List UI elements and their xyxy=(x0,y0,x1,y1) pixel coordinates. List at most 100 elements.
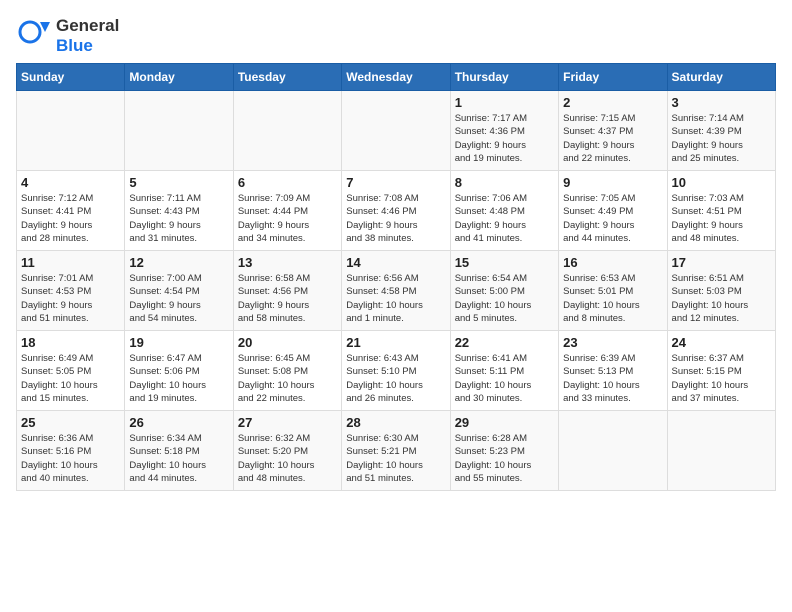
logo-svg xyxy=(16,18,52,54)
calendar-cell: 18 Sunrise: 6:49 AM Sunset: 5:05 PM Dayli… xyxy=(17,331,125,411)
day-number: 18 xyxy=(21,335,120,350)
day-number: 4 xyxy=(21,175,120,190)
weekday-header: Thursday xyxy=(450,64,558,91)
calendar-cell xyxy=(559,411,667,491)
day-number: 9 xyxy=(563,175,662,190)
calendar-week-row: 18 Sunrise: 6:49 AM Sunset: 5:05 PM Dayli… xyxy=(17,331,776,411)
calendar-cell: 23 Sunrise: 6:39 AM Sunset: 5:13 PM Dayli… xyxy=(559,331,667,411)
day-number: 1 xyxy=(455,95,554,110)
day-number: 16 xyxy=(563,255,662,270)
header: GeneralBlue xyxy=(16,16,776,55)
day-number: 5 xyxy=(129,175,228,190)
day-number: 22 xyxy=(455,335,554,350)
day-info: Sunrise: 6:43 AM Sunset: 5:10 PM Dayligh… xyxy=(346,352,445,405)
weekday-header: Saturday xyxy=(667,64,775,91)
day-info: Sunrise: 7:15 AM Sunset: 4:37 PM Dayligh… xyxy=(563,112,662,165)
day-info: Sunrise: 6:30 AM Sunset: 5:21 PM Dayligh… xyxy=(346,432,445,485)
day-number: 14 xyxy=(346,255,445,270)
calendar-cell: 14 Sunrise: 6:56 AM Sunset: 4:58 PM Dayli… xyxy=(342,251,450,331)
calendar-cell xyxy=(342,91,450,171)
weekday-header: Monday xyxy=(125,64,233,91)
day-number: 19 xyxy=(129,335,228,350)
day-info: Sunrise: 6:45 AM Sunset: 5:08 PM Dayligh… xyxy=(238,352,337,405)
calendar-cell: 2 Sunrise: 7:15 AM Sunset: 4:37 PM Daylig… xyxy=(559,91,667,171)
day-number: 10 xyxy=(672,175,771,190)
day-number: 8 xyxy=(455,175,554,190)
calendar-cell: 10 Sunrise: 7:03 AM Sunset: 4:51 PM Dayli… xyxy=(667,171,775,251)
calendar-week-row: 11 Sunrise: 7:01 AM Sunset: 4:53 PM Dayli… xyxy=(17,251,776,331)
day-info: Sunrise: 7:14 AM Sunset: 4:39 PM Dayligh… xyxy=(672,112,771,165)
day-info: Sunrise: 6:58 AM Sunset: 4:56 PM Dayligh… xyxy=(238,272,337,325)
calendar-cell: 11 Sunrise: 7:01 AM Sunset: 4:53 PM Dayli… xyxy=(17,251,125,331)
logo-blue-text: Blue xyxy=(56,36,93,55)
calendar-cell: 26 Sunrise: 6:34 AM Sunset: 5:18 PM Dayli… xyxy=(125,411,233,491)
day-info: Sunrise: 6:37 AM Sunset: 5:15 PM Dayligh… xyxy=(672,352,771,405)
calendar-cell: 25 Sunrise: 6:36 AM Sunset: 5:16 PM Dayli… xyxy=(17,411,125,491)
calendar-week-row: 1 Sunrise: 7:17 AM Sunset: 4:36 PM Daylig… xyxy=(17,91,776,171)
day-number: 28 xyxy=(346,415,445,430)
calendar-table: SundayMondayTuesdayWednesdayThursdayFrid… xyxy=(16,63,776,491)
day-info: Sunrise: 7:06 AM Sunset: 4:48 PM Dayligh… xyxy=(455,192,554,245)
day-info: Sunrise: 7:12 AM Sunset: 4:41 PM Dayligh… xyxy=(21,192,120,245)
day-number: 11 xyxy=(21,255,120,270)
calendar-cell: 16 Sunrise: 6:53 AM Sunset: 5:01 PM Dayli… xyxy=(559,251,667,331)
day-info: Sunrise: 7:05 AM Sunset: 4:49 PM Dayligh… xyxy=(563,192,662,245)
day-number: 25 xyxy=(21,415,120,430)
day-info: Sunrise: 6:49 AM Sunset: 5:05 PM Dayligh… xyxy=(21,352,120,405)
day-info: Sunrise: 6:56 AM Sunset: 4:58 PM Dayligh… xyxy=(346,272,445,325)
calendar-cell xyxy=(17,91,125,171)
logo-general-text: General xyxy=(56,16,119,35)
calendar-cell: 21Sunrise: 6:43 AM Sunset: 5:10 PM Dayli… xyxy=(342,331,450,411)
day-info: Sunrise: 6:53 AM Sunset: 5:01 PM Dayligh… xyxy=(563,272,662,325)
logo: GeneralBlue xyxy=(16,16,119,55)
day-info: Sunrise: 6:34 AM Sunset: 5:18 PM Dayligh… xyxy=(129,432,228,485)
calendar-cell xyxy=(667,411,775,491)
day-info: Sunrise: 7:08 AM Sunset: 4:46 PM Dayligh… xyxy=(346,192,445,245)
day-info: Sunrise: 6:39 AM Sunset: 5:13 PM Dayligh… xyxy=(563,352,662,405)
calendar-cell: 19 Sunrise: 6:47 AM Sunset: 5:06 PM Dayli… xyxy=(125,331,233,411)
calendar-cell: 5 Sunrise: 7:11 AM Sunset: 4:43 PM Daylig… xyxy=(125,171,233,251)
day-number: 6 xyxy=(238,175,337,190)
calendar-cell: 24 Sunrise: 6:37 AM Sunset: 5:15 PM Dayli… xyxy=(667,331,775,411)
day-number: 29 xyxy=(455,415,554,430)
calendar-cell: 29 Sunrise: 6:28 AM Sunset: 5:23 PM Dayli… xyxy=(450,411,558,491)
calendar-cell: 8 Sunrise: 7:06 AM Sunset: 4:48 PM Daylig… xyxy=(450,171,558,251)
calendar-cell: 27Sunrise: 6:32 AM Sunset: 5:20 PM Dayli… xyxy=(233,411,341,491)
calendar-cell: 7 Sunrise: 7:08 AM Sunset: 4:46 PM Daylig… xyxy=(342,171,450,251)
day-info: Sunrise: 6:32 AM Sunset: 5:20 PM Dayligh… xyxy=(238,432,337,485)
day-info: Sunrise: 7:09 AM Sunset: 4:44 PM Dayligh… xyxy=(238,192,337,245)
day-number: 7 xyxy=(346,175,445,190)
weekday-header: Tuesday xyxy=(233,64,341,91)
day-info: Sunrise: 7:17 AM Sunset: 4:36 PM Dayligh… xyxy=(455,112,554,165)
calendar-cell: 1 Sunrise: 7:17 AM Sunset: 4:36 PM Daylig… xyxy=(450,91,558,171)
calendar-cell: 9 Sunrise: 7:05 AM Sunset: 4:49 PM Daylig… xyxy=(559,171,667,251)
calendar-cell: 15Sunrise: 6:54 AM Sunset: 5:00 PM Dayli… xyxy=(450,251,558,331)
day-number: 17 xyxy=(672,255,771,270)
weekday-header: Friday xyxy=(559,64,667,91)
day-info: Sunrise: 6:47 AM Sunset: 5:06 PM Dayligh… xyxy=(129,352,228,405)
day-number: 15 xyxy=(455,255,554,270)
calendar-cell: 28 Sunrise: 6:30 AM Sunset: 5:21 PM Dayli… xyxy=(342,411,450,491)
day-info: Sunrise: 6:41 AM Sunset: 5:11 PM Dayligh… xyxy=(455,352,554,405)
day-info: Sunrise: 6:28 AM Sunset: 5:23 PM Dayligh… xyxy=(455,432,554,485)
day-number: 23 xyxy=(563,335,662,350)
calendar-cell xyxy=(233,91,341,171)
calendar-cell: 17 Sunrise: 6:51 AM Sunset: 5:03 PM Dayli… xyxy=(667,251,775,331)
day-number: 20 xyxy=(238,335,337,350)
calendar-cell: 22 Sunrise: 6:41 AM Sunset: 5:11 PM Dayli… xyxy=(450,331,558,411)
day-number: 3 xyxy=(672,95,771,110)
weekday-header: Sunday xyxy=(17,64,125,91)
day-number: 24 xyxy=(672,335,771,350)
day-info: Sunrise: 7:01 AM Sunset: 4:53 PM Dayligh… xyxy=(21,272,120,325)
day-info: Sunrise: 7:11 AM Sunset: 4:43 PM Dayligh… xyxy=(129,192,228,245)
weekday-header-row: SundayMondayTuesdayWednesdayThursdayFrid… xyxy=(17,64,776,91)
calendar-week-row: 4 Sunrise: 7:12 AM Sunset: 4:41 PM Daylig… xyxy=(17,171,776,251)
day-info: Sunrise: 6:36 AM Sunset: 5:16 PM Dayligh… xyxy=(21,432,120,485)
day-number: 2 xyxy=(563,95,662,110)
weekday-header: Wednesday xyxy=(342,64,450,91)
calendar-cell: 3 Sunrise: 7:14 AM Sunset: 4:39 PM Daylig… xyxy=(667,91,775,171)
day-info: Sunrise: 6:51 AM Sunset: 5:03 PM Dayligh… xyxy=(672,272,771,325)
calendar-week-row: 25 Sunrise: 6:36 AM Sunset: 5:16 PM Dayli… xyxy=(17,411,776,491)
day-number: 26 xyxy=(129,415,228,430)
day-info: Sunrise: 7:03 AM Sunset: 4:51 PM Dayligh… xyxy=(672,192,771,245)
